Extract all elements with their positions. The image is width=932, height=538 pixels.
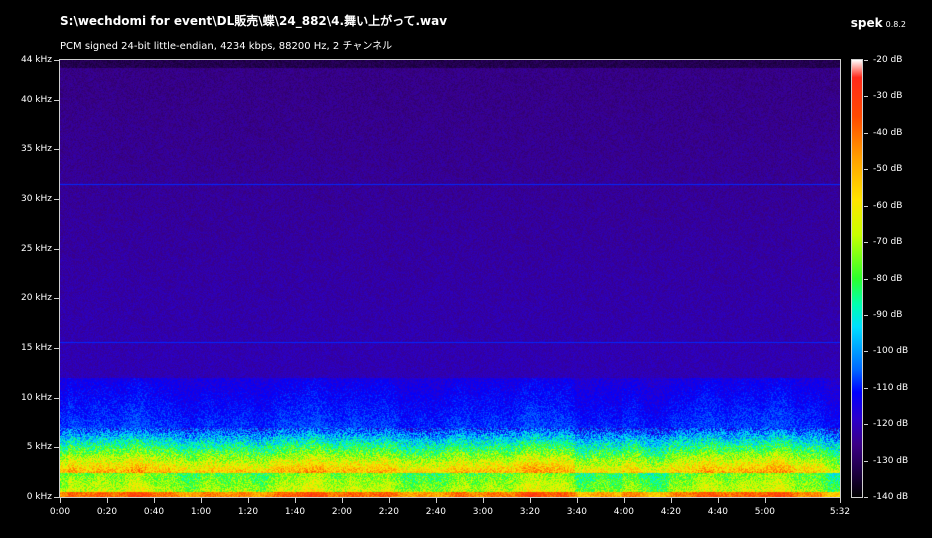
colorbar-tick-mark bbox=[864, 133, 868, 134]
colorbar-tick-mark bbox=[864, 315, 868, 316]
colorbar-tick-mark bbox=[864, 60, 868, 61]
x-tick-mark bbox=[60, 498, 61, 503]
colorbar-tick-mark bbox=[864, 461, 868, 462]
y-tick-mark bbox=[54, 398, 59, 399]
y-tick-mark bbox=[54, 497, 59, 498]
colorbar-tick-mark bbox=[864, 169, 868, 170]
x-tick-label: 2:20 bbox=[378, 507, 400, 517]
x-tick-label: 3:40 bbox=[566, 507, 587, 517]
colorbar-tick-mark bbox=[864, 424, 868, 425]
colorbar-tick-label: -30 dB bbox=[873, 91, 903, 102]
y-tick-label: 20 kHz bbox=[20, 293, 52, 304]
spectrogram-canvas bbox=[60, 60, 840, 497]
x-tick-label: 5:32 bbox=[829, 507, 851, 517]
colorbar-tick-label: -100 dB bbox=[873, 346, 909, 357]
colorbar-tick-mark bbox=[864, 497, 868, 498]
x-tick-label: 2:00 bbox=[331, 507, 353, 517]
x-tick-label: 4:00 bbox=[613, 507, 634, 517]
x-tick-label: 1:20 bbox=[237, 507, 259, 517]
y-tick-mark bbox=[54, 60, 59, 61]
colorbar-tick-label: -60 dB bbox=[873, 200, 903, 211]
colorbar-tick-mark bbox=[864, 96, 868, 97]
colorbar-tick-mark bbox=[864, 351, 868, 352]
colorbar-tick-mark bbox=[864, 206, 868, 207]
x-tick-label: 4:40 bbox=[707, 507, 728, 517]
x-tick-label: 2:40 bbox=[425, 507, 446, 517]
x-tick-mark bbox=[671, 498, 672, 503]
app-name: spek bbox=[850, 16, 883, 30]
x-tick-mark bbox=[765, 498, 766, 503]
x-tick-mark bbox=[295, 498, 296, 503]
x-tick-label: 0:40 bbox=[143, 507, 165, 517]
file-path-title: S:\wechdomi for event\DL販売\蝶\24_882\4.舞い… bbox=[60, 14, 448, 28]
x-tick-mark bbox=[201, 498, 202, 503]
y-tick-mark bbox=[54, 249, 59, 250]
x-tick-label: 3:00 bbox=[472, 507, 493, 517]
y-tick-label: 30 kHz bbox=[20, 194, 52, 205]
y-tick-mark bbox=[54, 447, 59, 448]
y-tick-mark bbox=[54, 298, 59, 299]
colorbar-tick-label: -20 dB bbox=[873, 55, 903, 65]
y-tick-mark bbox=[54, 100, 59, 101]
y-tick-mark bbox=[54, 199, 59, 200]
colorbar-tick-mark bbox=[864, 279, 868, 280]
x-tick-mark bbox=[389, 498, 390, 503]
colorbar-tick-label: -70 dB bbox=[873, 237, 903, 248]
spectrogram-plot bbox=[59, 59, 841, 498]
y-tick-label: 5 kHz bbox=[26, 442, 52, 453]
y-tick-label: 0 kHz bbox=[26, 492, 52, 502]
y-tick-label: 44 kHz bbox=[20, 55, 52, 65]
x-tick-mark bbox=[436, 498, 437, 503]
x-tick-label: 4:20 bbox=[660, 507, 681, 517]
x-tick-label: 5:00 bbox=[754, 507, 775, 517]
x-tick-label: 3:20 bbox=[519, 507, 540, 517]
colorbar-tick-label: -50 dB bbox=[873, 164, 903, 175]
colorbar-tick-label: -110 dB bbox=[873, 382, 909, 393]
colorbar-tick-mark bbox=[864, 388, 868, 389]
x-tick-mark bbox=[248, 498, 249, 503]
x-tick-mark bbox=[840, 498, 841, 503]
x-tick-label: 1:40 bbox=[284, 507, 306, 517]
colorbar-tick-label: -80 dB bbox=[873, 273, 903, 284]
app-version: 0.8.2 bbox=[885, 20, 906, 29]
y-tick-label: 10 kHz bbox=[20, 392, 52, 403]
colorbar-tick-label: -130 dB bbox=[873, 455, 909, 466]
app-brand: spek 0.8.2 bbox=[851, 12, 906, 31]
stream-info: PCM signed 24-bit little-endian, 4234 kb… bbox=[60, 41, 393, 52]
colorbar-tick-label: -120 dB bbox=[873, 419, 909, 430]
y-tick-mark bbox=[54, 149, 59, 150]
x-tick-mark bbox=[530, 498, 531, 503]
y-tick-mark bbox=[54, 348, 59, 349]
y-tick-label: 40 kHz bbox=[20, 94, 52, 105]
db-colorbar bbox=[851, 59, 863, 498]
x-tick-mark bbox=[624, 498, 625, 503]
x-tick-mark bbox=[483, 498, 484, 503]
x-tick-mark bbox=[718, 498, 719, 503]
x-tick-mark bbox=[107, 498, 108, 503]
x-tick-mark bbox=[577, 498, 578, 503]
x-tick-mark bbox=[154, 498, 155, 503]
colorbar-tick-label: -90 dB bbox=[873, 309, 903, 320]
y-tick-label: 25 kHz bbox=[20, 243, 52, 254]
y-tick-label: 35 kHz bbox=[20, 144, 52, 155]
colorbar-tick-mark bbox=[864, 242, 868, 243]
x-tick-label: 0:00 bbox=[49, 507, 71, 517]
colorbar-tick-label: -140 dB bbox=[873, 492, 909, 502]
colorbar-tick-label: -40 dB bbox=[873, 127, 903, 138]
x-tick-mark bbox=[342, 498, 343, 503]
y-tick-label: 15 kHz bbox=[20, 343, 52, 354]
x-tick-label: 0:20 bbox=[96, 507, 118, 517]
x-tick-label: 1:00 bbox=[190, 507, 212, 517]
